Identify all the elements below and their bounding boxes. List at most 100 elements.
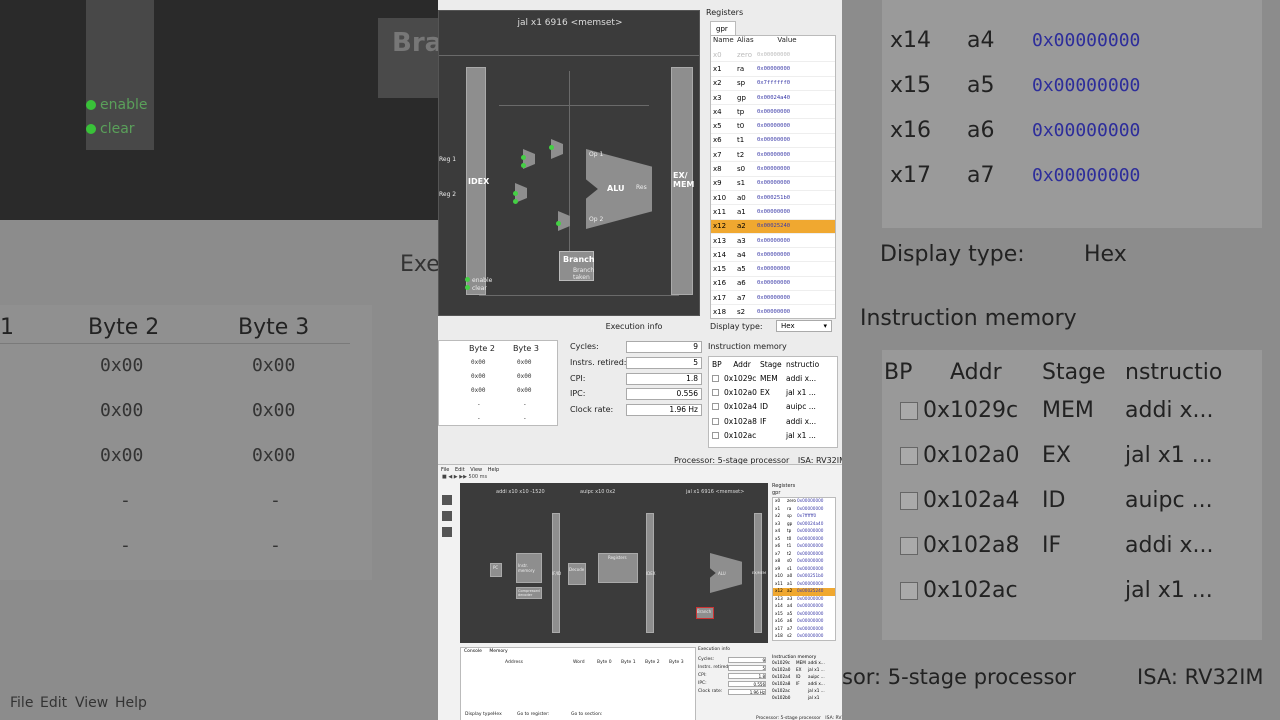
register-row[interactable]: x4 tp 0x00000000 bbox=[711, 105, 835, 120]
register-row[interactable]: x10 a0 0x000251b0 bbox=[711, 191, 835, 206]
register-value[interactable]: 0x00025240 bbox=[757, 223, 829, 229]
register-row[interactable]: x8 s0 0x00000000 bbox=[711, 162, 835, 177]
register-value[interactable]: 0x00024a40 bbox=[757, 95, 829, 101]
mini-register-table[interactable]: x0 zero 0x00000000 x1 ra 0x00000000 x2 sp 0x7fff… bbox=[772, 497, 836, 641]
imem-row[interactable]: 0x102b0 jal x1 bbox=[709, 443, 837, 447]
mini-register-row[interactable]: x17 a7 0x00000000 bbox=[773, 626, 835, 634]
mini-register-row[interactable]: x6 t1 0x00000000 bbox=[773, 543, 835, 551]
register-value[interactable]: 0x00000000 bbox=[757, 166, 829, 172]
register-value[interactable]: 0x00000000 bbox=[757, 252, 829, 258]
imem-row[interactable]: 0x1029c MEM addi x... bbox=[709, 371, 837, 385]
register-value[interactable]: 0x00000000 bbox=[757, 280, 829, 286]
header-alias[interactable]: Alias bbox=[737, 36, 757, 48]
register-row[interactable]: x16 a6 0x00000000 bbox=[711, 277, 835, 292]
mini-register-row[interactable]: x0 zero 0x00000000 bbox=[773, 498, 835, 506]
register-row[interactable]: x13 a3 0x00000000 bbox=[711, 234, 835, 249]
register-row[interactable]: x1 ra 0x00000000 bbox=[711, 62, 835, 77]
run-icon[interactable]: ▶▶ bbox=[459, 474, 467, 480]
memory-tab-icon[interactable] bbox=[442, 527, 452, 537]
register-row[interactable]: x15 a5 0x00000000 bbox=[711, 262, 835, 277]
editor-tab-icon[interactable] bbox=[442, 511, 452, 521]
menu-help[interactable]: Help bbox=[488, 467, 499, 473]
tab-gpr[interactable]: gpr bbox=[710, 21, 736, 35]
register-row[interactable]: x17 a7 0x00000000 bbox=[711, 291, 835, 306]
register-value[interactable]: 0x00000000 bbox=[757, 137, 829, 143]
register-row[interactable]: x0 zero 0x00000000 bbox=[711, 48, 835, 63]
register-row[interactable]: x11 a1 0x00000000 bbox=[711, 205, 835, 220]
register-value[interactable]: 0x00000000 bbox=[757, 266, 829, 272]
register-value[interactable]: 0x00000000 bbox=[757, 309, 829, 315]
breakpoint-checkbox[interactable] bbox=[712, 446, 719, 447]
mini-alu-block[interactable] bbox=[710, 553, 742, 593]
mini-pipeline-diagram[interactable]: addi x10 x10 -1520 auipc x10 0x2 jal x1 … bbox=[460, 483, 768, 643]
mini-register-row[interactable]: x2 sp 0x7ffffff0 bbox=[773, 513, 835, 521]
register-row[interactable]: x6 t1 0x00000000 bbox=[711, 134, 835, 149]
breakpoint-checkbox[interactable] bbox=[712, 432, 719, 440]
register-value[interactable]: 0x00000000 bbox=[757, 209, 829, 215]
mini-imem-row[interactable]: 0x102a8 IF addi x... bbox=[772, 681, 840, 688]
mini-register-row[interactable]: x9 s1 0x00000000 bbox=[773, 566, 835, 574]
tab-console[interactable]: Console bbox=[464, 649, 482, 654]
register-row[interactable]: x7 t2 0x00000000 bbox=[711, 148, 835, 163]
register-value[interactable]: 0x00000000 bbox=[757, 52, 829, 58]
breakpoint-checkbox[interactable] bbox=[712, 417, 719, 425]
mini-register-row[interactable]: x14 a4 0x00000000 bbox=[773, 603, 835, 611]
register-row[interactable]: x14 a4 0x00000000 bbox=[711, 248, 835, 263]
imem-row[interactable]: 0x102ac jal x1 ... bbox=[709, 429, 837, 443]
register-row[interactable]: x2 sp 0x7ffffff0 bbox=[711, 77, 835, 91]
mini-register-row[interactable]: x5 t0 0x00000000 bbox=[773, 536, 835, 544]
header-stage[interactable]: Stage bbox=[760, 360, 786, 369]
memory-table[interactable]: Byte 2 Byte 3 0x00 0x00 0x00 0x00 0x00 0… bbox=[438, 340, 558, 426]
register-row[interactable]: x18 s2 0x00000000 bbox=[711, 305, 835, 318]
breakpoint-checkbox[interactable] bbox=[712, 403, 719, 411]
register-value[interactable]: 0x00000000 bbox=[757, 238, 829, 244]
menu-edit[interactable]: Edit bbox=[455, 467, 465, 473]
menu-view[interactable]: View bbox=[470, 467, 482, 473]
imem-row[interactable]: 0x102a0 EX jal x1 ... bbox=[709, 385, 837, 399]
header-addr[interactable]: Addr bbox=[724, 360, 760, 369]
register-value[interactable]: 0x7ffffff0 bbox=[757, 80, 829, 86]
menu-file[interactable]: File bbox=[441, 467, 449, 473]
register-value[interactable]: 0x00000000 bbox=[757, 152, 829, 158]
mini-register-row[interactable]: x12 a2 0x00025240 bbox=[773, 588, 835, 596]
pipeline-diagram[interactable]: jal x1 6916 <memset> IDEX Reg 1 Reg 2 en… bbox=[438, 10, 700, 316]
breakpoint-checkbox[interactable] bbox=[712, 374, 719, 382]
display-type-select[interactable]: Hex ▾ bbox=[776, 320, 832, 332]
mini-imem-table[interactable]: 0x1029c MEM addi x... 0x102a0 EX jal x1 ... 0x… bbox=[772, 660, 840, 702]
mini-imem-row[interactable]: 0x102a0 EX jal x1 ... bbox=[772, 667, 840, 674]
register-value[interactable]: 0x00000000 bbox=[757, 66, 829, 72]
register-value[interactable]: 0x00000000 bbox=[757, 180, 829, 186]
mini-register-row[interactable]: x10 a0 0x000251b0 bbox=[773, 573, 835, 581]
mini-imem-row[interactable]: 0x102b0 jal x1 bbox=[772, 695, 840, 702]
processor-tab-icon[interactable] bbox=[442, 495, 452, 505]
mini-register-row[interactable]: x18 s2 0x00000000 bbox=[773, 633, 835, 640]
mini-register-row[interactable]: x3 gp 0x00024a40 bbox=[773, 521, 835, 529]
header-instruction[interactable]: nstructio bbox=[786, 360, 819, 369]
imem-row[interactable]: 0x102a8 IF addi x... bbox=[709, 414, 837, 428]
register-row[interactable]: x12 a2 0x00025240 bbox=[711, 219, 835, 234]
mini-register-row[interactable]: x13 a3 0x00000000 bbox=[773, 596, 835, 604]
register-table[interactable]: Name Alias Value x0 zero 0x00000000 x1 ra 0x0… bbox=[710, 35, 836, 319]
breakpoint-checkbox[interactable] bbox=[712, 389, 719, 397]
header-value[interactable]: Value bbox=[757, 36, 817, 48]
mini-imem-row[interactable]: 0x102a4 ID auipc ... bbox=[772, 674, 840, 681]
register-row[interactable]: x9 s1 0x00000000 bbox=[711, 177, 835, 191]
mini-imem-row[interactable]: 0x1029c MEM addi x... bbox=[772, 660, 840, 667]
mini-register-row[interactable]: x15 a5 0x00000000 bbox=[773, 611, 835, 619]
mini-register-row[interactable]: x4 tp 0x00000000 bbox=[773, 528, 835, 536]
header-name[interactable]: Name bbox=[713, 36, 737, 48]
mini-tab-gpr[interactable]: gpr bbox=[772, 490, 780, 496]
tab-memory[interactable]: Memory bbox=[489, 649, 507, 654]
register-value[interactable]: 0x00000000 bbox=[757, 123, 829, 129]
reset-icon[interactable]: ■ bbox=[442, 474, 447, 480]
register-value[interactable]: 0x00000000 bbox=[757, 109, 829, 115]
register-value[interactable]: 0x000251b0 bbox=[757, 195, 829, 201]
register-value[interactable]: 0x00000000 bbox=[757, 295, 829, 301]
register-row[interactable]: x5 t0 0x00000000 bbox=[711, 119, 835, 134]
register-row[interactable]: x3 gp 0x00024a40 bbox=[711, 91, 835, 106]
reverse-icon[interactable]: ◀ bbox=[448, 474, 452, 480]
mini-register-row[interactable]: x11 a1 0x00000000 bbox=[773, 581, 835, 589]
mini-register-row[interactable]: x16 a6 0x00000000 bbox=[773, 618, 835, 626]
imem-row[interactable]: 0x102a4 ID auipc ... bbox=[709, 400, 837, 414]
speed-input[interactable]: 500 ms bbox=[469, 474, 488, 480]
